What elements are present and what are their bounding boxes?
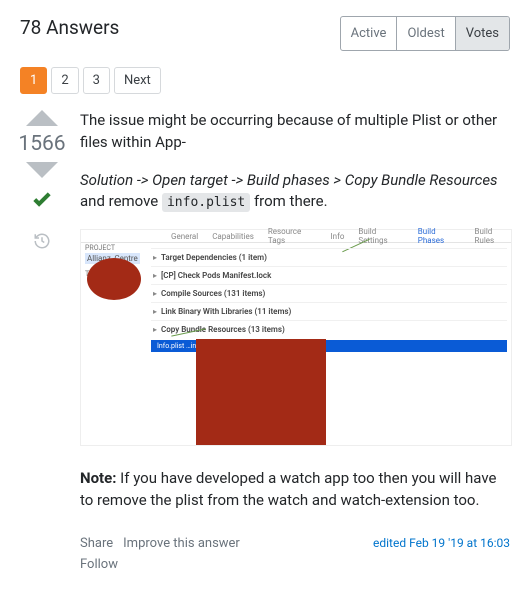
paragraph-solution: Solution -> Open target -> Build phases …: [80, 170, 510, 214]
downvote-button[interactable]: [26, 162, 58, 178]
tab-oldest[interactable]: Oldest: [396, 17, 454, 50]
tab-votes[interactable]: Votes: [455, 17, 509, 50]
history-icon[interactable]: [33, 232, 51, 254]
solution-path: Solution -> Open target -> Build phases …: [80, 171, 498, 189]
annotation-oval: [87, 258, 141, 300]
note-label: Note:: [80, 469, 116, 487]
code-info-plist: info.plist: [162, 193, 250, 212]
tab-active[interactable]: Active: [341, 17, 397, 50]
follow-link[interactable]: Follow: [80, 557, 240, 572]
upvote-button[interactable]: [26, 110, 58, 126]
improve-link[interactable]: Improve this answer: [123, 536, 240, 551]
answers-heading: 78 Answers: [20, 16, 119, 39]
page-2[interactable]: 2: [51, 67, 78, 94]
annotation-rect: [196, 339, 326, 445]
vote-count: 1566: [18, 132, 65, 156]
vote-cell: 1566: [20, 110, 64, 572]
pager: 1 2 3 Next: [20, 67, 510, 94]
page-3[interactable]: 3: [83, 67, 110, 94]
share-link[interactable]: Share: [80, 536, 113, 551]
paragraph-note: Note: If you have developed a watch app …: [80, 468, 510, 512]
paragraph-intro: The issue might be occurring because of …: [80, 110, 510, 154]
sort-tabs: Active Oldest Votes: [340, 16, 510, 51]
xcode-screenshot: General Capabilities Resource Tags Info …: [80, 229, 512, 446]
answer-body: The issue might be occurring because of …: [80, 110, 510, 572]
page-next[interactable]: Next: [114, 67, 161, 94]
edited-link[interactable]: edited Feb 19 '19 at 16:03: [373, 536, 510, 550]
page-1[interactable]: 1: [20, 67, 47, 94]
accepted-check-icon: [25, 188, 59, 218]
